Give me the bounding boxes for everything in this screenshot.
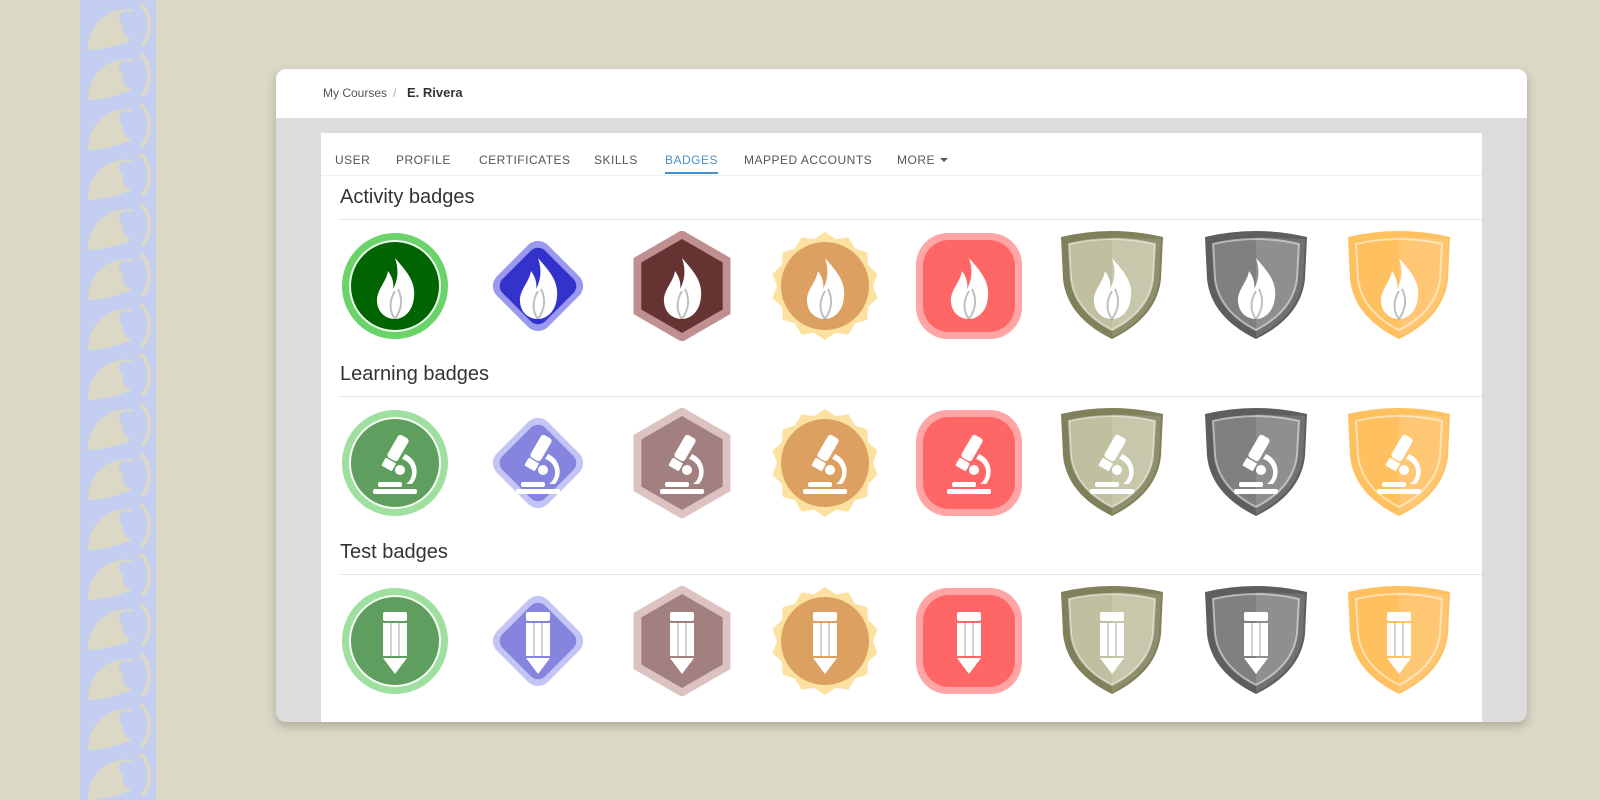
tab-skills[interactable]: SKILLS (594, 153, 638, 172)
pencil-icon (1348, 586, 1450, 694)
test-badge-shield[interactable] (1057, 586, 1167, 696)
activity-badge-circle[interactable] (340, 231, 450, 341)
learning-badge-shield[interactable] (1201, 408, 1311, 518)
learning-badge-diamond[interactable] (483, 408, 593, 518)
microscope-icon (1205, 408, 1307, 516)
learning-badge-circle[interactable] (340, 408, 450, 518)
microscope-icon (772, 409, 878, 517)
flame-icon (1061, 231, 1163, 339)
test-badge-rounded-square[interactable] (914, 586, 1024, 696)
learning-badge-shield[interactable] (1057, 408, 1167, 518)
learning-badge-seal[interactable] (770, 408, 880, 518)
tab-mapped-accounts[interactable]: MAPPED ACCOUNTS (744, 153, 872, 172)
activity-badge-shield[interactable] (1201, 231, 1311, 341)
test-badge-circle[interactable] (340, 586, 450, 696)
tab-more-label: MORE (897, 153, 935, 167)
microscope-icon (342, 410, 448, 516)
flame-icon (1348, 231, 1450, 339)
tab-profile[interactable]: PROFILE (396, 153, 451, 172)
section-title-learning: Learning badges (340, 363, 490, 385)
flame-icon (342, 233, 448, 339)
tab-bar: USER PROFILE CERTIFICATES SKILLS BADGES … (321, 133, 1482, 176)
flame-icon (916, 233, 1022, 339)
section-divider (340, 219, 1482, 220)
badges-panel: USER PROFILE CERTIFICATES SKILLS BADGES … (321, 133, 1482, 722)
activity-badge-seal[interactable] (770, 231, 880, 341)
tab-badges[interactable]: BADGES (665, 153, 719, 174)
pencil-icon (1061, 586, 1163, 694)
tab-user[interactable]: USER (335, 153, 370, 172)
flame-icon (633, 231, 731, 341)
test-badge-shield[interactable] (1344, 586, 1454, 696)
microscope-icon (916, 410, 1022, 516)
tab-certificates[interactable]: CERTIFICATES (479, 153, 571, 172)
flame-icon (772, 232, 878, 340)
pencil-icon (633, 586, 731, 696)
test-badge-hexagon[interactable] (627, 586, 737, 696)
learning-badge-rounded-square[interactable] (914, 408, 1024, 518)
learning-badge-hexagon[interactable] (627, 408, 737, 518)
section-divider (340, 574, 1482, 575)
flame-icon (1205, 231, 1307, 339)
app-window: My Courses / E. Rivera USER PROFILE CERT… (276, 69, 1527, 722)
breadcrumb-current: E. Rivera (407, 85, 463, 100)
activity-badge-shield[interactable] (1057, 231, 1167, 341)
pencil-icon (772, 587, 878, 695)
section-title-test: Test badges (340, 541, 448, 563)
section-divider (340, 396, 1482, 397)
decorative-pattern (80, 0, 156, 800)
activity-badge-diamond[interactable] (483, 231, 593, 341)
microscope-icon (1061, 408, 1163, 516)
pencil-icon (342, 588, 448, 694)
breadcrumb-separator: / (393, 86, 397, 100)
test-badge-seal[interactable] (770, 586, 880, 696)
microscope-icon (633, 408, 731, 518)
caret-down-icon (940, 158, 948, 162)
learning-badge-shield[interactable] (1344, 408, 1454, 518)
breadcrumb-my-courses[interactable]: My Courses (323, 86, 387, 100)
flame-icon (492, 240, 584, 332)
microscope-icon (1348, 408, 1450, 516)
section-title-activity: Activity badges (340, 186, 475, 208)
pencil-icon (492, 595, 584, 687)
activity-badge-hexagon[interactable] (627, 231, 737, 341)
activity-badge-rounded-square[interactable] (914, 231, 1024, 341)
tab-more[interactable]: MORE (897, 153, 948, 172)
test-badge-shield[interactable] (1201, 586, 1311, 696)
activity-badge-shield[interactable] (1344, 231, 1454, 341)
pencil-icon (916, 588, 1022, 694)
pencil-icon (1205, 586, 1307, 694)
test-badge-diamond[interactable] (483, 586, 593, 696)
breadcrumb: My Courses / E. Rivera (276, 69, 1527, 118)
microscope-icon (492, 417, 584, 509)
